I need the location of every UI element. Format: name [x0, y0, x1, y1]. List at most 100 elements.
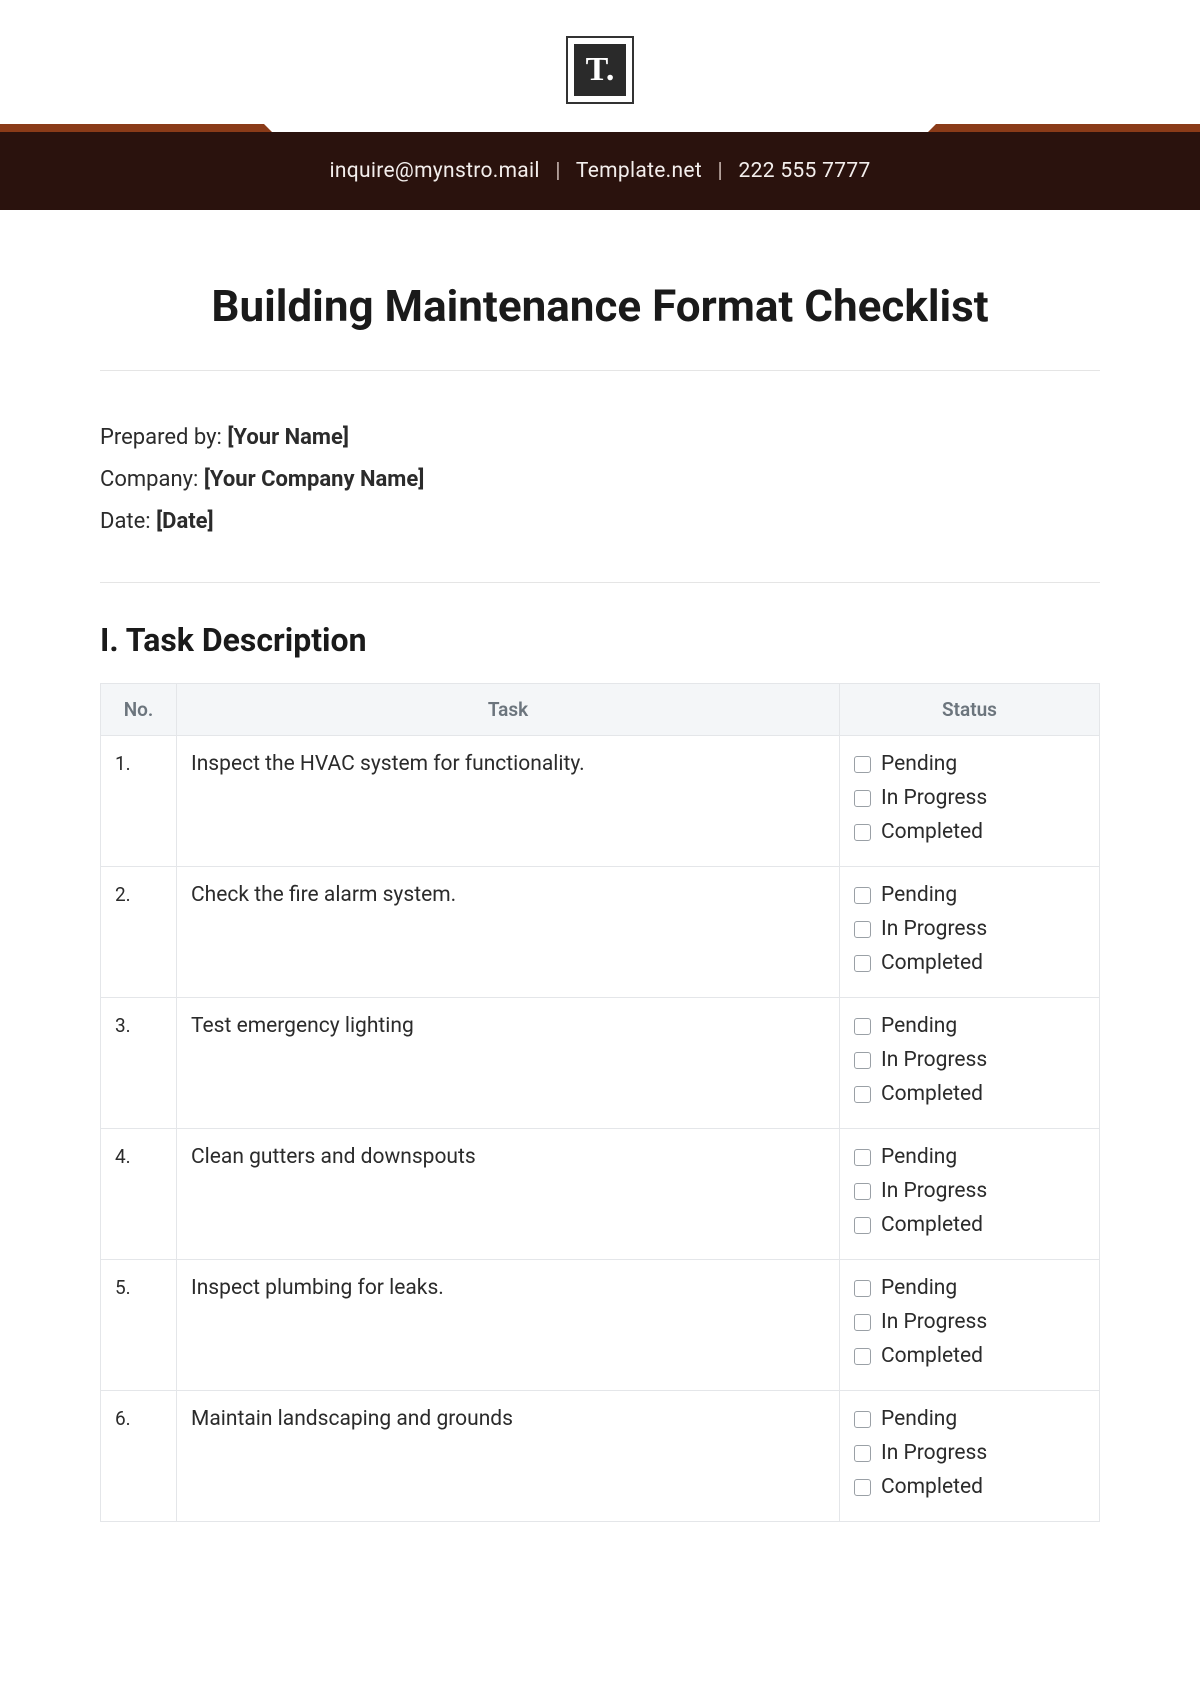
- banner-site: Template.net: [576, 159, 702, 183]
- status-option-pending[interactable]: Pending: [854, 1145, 1085, 1169]
- task-no: 5.: [101, 1260, 177, 1391]
- status-option-pending[interactable]: Pending: [854, 1014, 1085, 1038]
- banner-phone: 222 555 7777: [739, 159, 871, 183]
- task-status-cell: Pending In Progress Completed: [840, 736, 1100, 867]
- header-banner: inquire@mynstro.mail | Template.net | 22…: [0, 124, 1200, 210]
- status-list: Pending In Progress Completed: [854, 1407, 1085, 1499]
- table-header-row: No. Task Status: [101, 684, 1100, 736]
- checkbox-icon[interactable]: [854, 1149, 871, 1166]
- status-option-in-progress[interactable]: In Progress: [854, 786, 1085, 810]
- task-description: Test emergency lighting: [177, 998, 840, 1129]
- section-heading-task-description: I. Task Description: [100, 621, 1100, 659]
- company-label: Company:: [100, 467, 204, 492]
- task-description: Maintain landscaping and grounds: [177, 1391, 840, 1522]
- checkbox-icon[interactable]: [854, 1479, 871, 1496]
- banner-email: inquire@mynstro.mail: [329, 159, 539, 183]
- status-option-in-progress[interactable]: In Progress: [854, 1048, 1085, 1072]
- checkbox-icon[interactable]: [854, 1348, 871, 1365]
- status-option-completed[interactable]: Completed: [854, 951, 1085, 975]
- status-list: Pending In Progress Completed: [854, 1276, 1085, 1368]
- status-label: Completed: [881, 1213, 983, 1237]
- task-status-cell: Pending In Progress Completed: [840, 1129, 1100, 1260]
- checkbox-icon[interactable]: [854, 1086, 871, 1103]
- checkbox-icon[interactable]: [854, 887, 871, 904]
- status-option-completed[interactable]: Completed: [854, 1213, 1085, 1237]
- checkbox-icon[interactable]: [854, 824, 871, 841]
- task-description: Inspect the HVAC system for functionalit…: [177, 736, 840, 867]
- status-label: Pending: [881, 1407, 957, 1431]
- status-option-completed[interactable]: Completed: [854, 820, 1085, 844]
- checkbox-icon[interactable]: [854, 756, 871, 773]
- status-option-in-progress[interactable]: In Progress: [854, 1179, 1085, 1203]
- logo-icon: T.: [566, 36, 634, 104]
- status-option-pending[interactable]: Pending: [854, 883, 1085, 907]
- checkbox-icon[interactable]: [854, 955, 871, 972]
- page-body: Building Maintenance Format Checklist Pr…: [0, 210, 1200, 1522]
- task-no: 3.: [101, 998, 177, 1129]
- date-label: Date:: [100, 509, 156, 534]
- status-option-pending[interactable]: Pending: [854, 1276, 1085, 1300]
- status-label: Completed: [881, 1082, 983, 1106]
- checkbox-icon[interactable]: [854, 790, 871, 807]
- status-option-in-progress[interactable]: In Progress: [854, 917, 1085, 941]
- status-label: In Progress: [881, 1179, 987, 1203]
- date-value: [Date]: [156, 509, 214, 534]
- status-label: Pending: [881, 1276, 957, 1300]
- separator-icon: |: [718, 159, 723, 183]
- table-row: 4.Clean gutters and downspouts Pending In …: [101, 1129, 1100, 1260]
- tasks-table: No. Task Status 1.Inspect the HVAC syste…: [100, 683, 1100, 1522]
- table-row: 6.Maintain landscaping and groundsPendin…: [101, 1391, 1100, 1522]
- status-label: In Progress: [881, 1441, 987, 1465]
- checkbox-icon[interactable]: [854, 1411, 871, 1428]
- status-option-completed[interactable]: Completed: [854, 1344, 1085, 1368]
- status-option-pending[interactable]: Pending: [854, 752, 1085, 776]
- table-row: 3.Test emergency lighting Pending In Progr…: [101, 998, 1100, 1129]
- task-no: 2.: [101, 867, 177, 998]
- checkbox-icon[interactable]: [854, 921, 871, 938]
- table-row: 2.Check the fire alarm system.PendingIn …: [101, 867, 1100, 998]
- divider: [100, 582, 1100, 583]
- checkbox-icon[interactable]: [854, 1314, 871, 1331]
- task-no: 1.: [101, 736, 177, 867]
- task-description: Clean gutters and downspouts: [177, 1129, 840, 1260]
- status-option-pending[interactable]: Pending: [854, 1407, 1085, 1431]
- checkbox-icon[interactable]: [854, 1052, 871, 1069]
- status-list: Pending In Progress Completed: [854, 883, 1085, 975]
- status-label: Completed: [881, 1475, 983, 1499]
- banner-bar: inquire@mynstro.mail | Template.net | 22…: [0, 132, 1200, 210]
- meta-block: Prepared by: [Your Name] Company: [Your …: [100, 371, 1100, 582]
- prepared-label: Prepared by:: [100, 425, 227, 450]
- task-status-cell: Pending In Progress Completed: [840, 1391, 1100, 1522]
- col-header-task: Task: [177, 684, 840, 736]
- checkbox-icon[interactable]: [854, 1217, 871, 1234]
- status-label: In Progress: [881, 1048, 987, 1072]
- separator-icon: |: [555, 159, 560, 183]
- status-label: Pending: [881, 883, 957, 907]
- task-no: 4.: [101, 1129, 177, 1260]
- table-row: 1.Inspect the HVAC system for functional…: [101, 736, 1100, 867]
- status-list: Pending In Progress Completed: [854, 1145, 1085, 1237]
- status-list: Pending In Progress Completed: [854, 1014, 1085, 1106]
- logo-text: T.: [574, 44, 626, 96]
- task-status-cell: Pending In Progress Completed: [840, 1260, 1100, 1391]
- status-label: Completed: [881, 951, 983, 975]
- status-option-in-progress[interactable]: In Progress: [854, 1441, 1085, 1465]
- status-label: In Progress: [881, 786, 987, 810]
- status-option-in-progress[interactable]: In Progress: [854, 1310, 1085, 1334]
- task-description: Inspect plumbing for leaks.: [177, 1260, 840, 1391]
- status-option-completed[interactable]: Completed: [854, 1082, 1085, 1106]
- task-no: 6.: [101, 1391, 177, 1522]
- table-row: 5.Inspect plumbing for leaks. Pending In P…: [101, 1260, 1100, 1391]
- checkbox-icon[interactable]: [854, 1018, 871, 1035]
- task-status-cell: Pending In Progress Completed: [840, 998, 1100, 1129]
- status-label: Pending: [881, 752, 957, 776]
- checkbox-icon[interactable]: [854, 1183, 871, 1200]
- checkbox-icon[interactable]: [854, 1280, 871, 1297]
- status-label: Completed: [881, 1344, 983, 1368]
- logo-area: T.: [0, 0, 1200, 124]
- page-title: Building Maintenance Format Checklist: [100, 280, 1100, 332]
- checkbox-icon[interactable]: [854, 1445, 871, 1462]
- status-option-completed[interactable]: Completed: [854, 1475, 1085, 1499]
- meta-row-company: Company: [Your Company Name]: [100, 459, 1100, 501]
- status-label: Pending: [881, 1014, 957, 1038]
